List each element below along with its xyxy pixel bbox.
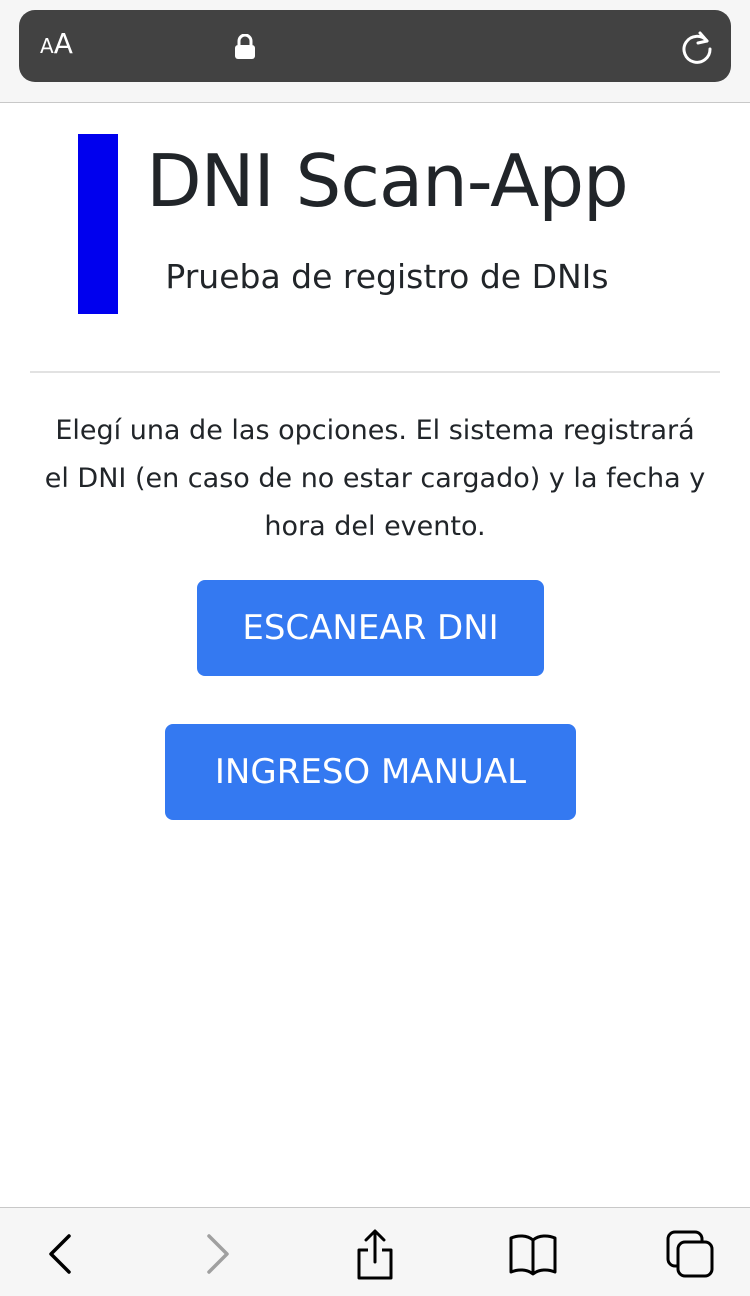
text-size-icon[interactable]: AA	[40, 30, 73, 58]
page-subtitle: Prueba de registro de DNIs	[165, 257, 609, 296]
instructions-text: Elegí una de las opciones. El sistema re…	[44, 415, 706, 542]
chevron-right-icon[interactable]	[192, 1228, 244, 1280]
logo-accent-bar	[78, 134, 118, 314]
manual-entry-button[interactable]: INGRESO MANUAL	[165, 724, 576, 820]
scan-dni-button[interactable]: ESCANEAR DNI	[197, 580, 544, 676]
browser-bottom-toolbar	[0, 1207, 750, 1296]
book-icon[interactable]	[507, 1228, 559, 1280]
lock-icon	[235, 34, 255, 59]
browser-top-bar: AA	[0, 0, 750, 103]
page-title: DNI Scan-App	[146, 139, 629, 223]
tabs-icon[interactable]	[664, 1228, 716, 1280]
reload-icon[interactable]	[679, 29, 715, 65]
chevron-left-icon[interactable]	[36, 1228, 88, 1280]
share-icon[interactable]	[349, 1228, 401, 1280]
divider	[30, 371, 720, 373]
text-size-big-label: A	[53, 27, 73, 60]
address-bar[interactable]: AA	[19, 10, 731, 82]
text-size-small-label: A	[40, 34, 54, 58]
